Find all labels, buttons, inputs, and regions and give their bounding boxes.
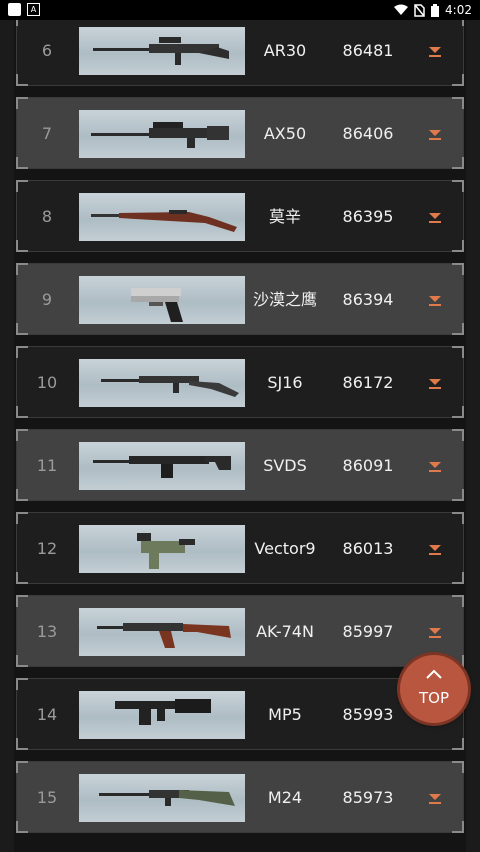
weapon-row[interactable]: 15 M24 85973 xyxy=(16,761,464,833)
rank-number: 14 xyxy=(36,705,58,724)
weapon-row[interactable]: 14 MP5 85993 xyxy=(16,678,464,750)
weapon-name: SJ16 xyxy=(267,373,303,392)
status-bar: A 4:02 xyxy=(0,0,480,20)
marksman-rifle-icon xyxy=(79,359,245,407)
weapon-row[interactable]: 12 Vector9 86013 xyxy=(16,512,464,584)
weapon-score: 85973 xyxy=(342,788,394,807)
expand-chevron-icon[interactable] xyxy=(427,540,443,558)
app-icon xyxy=(8,3,21,16)
expand-chevron-icon[interactable] xyxy=(427,291,443,309)
weapon-name: AX50 xyxy=(263,124,307,143)
expand-chevron-icon[interactable] xyxy=(427,42,443,60)
rank-number: 11 xyxy=(36,456,58,475)
rank-number: 6 xyxy=(41,41,53,60)
expand-chevron-icon[interactable] xyxy=(427,374,443,392)
chevron-up-icon xyxy=(426,669,442,679)
weapon-score: 86013 xyxy=(342,539,394,558)
frame-corner xyxy=(452,429,464,441)
frame-corner xyxy=(452,761,464,773)
expand-chevron-icon[interactable] xyxy=(427,789,443,807)
sniper-rifle-icon xyxy=(79,774,245,822)
frame-corner xyxy=(452,489,464,501)
rank-number: 10 xyxy=(36,373,58,392)
frame-corner xyxy=(452,512,464,524)
right-frame xyxy=(466,20,480,852)
weapon-score: 86481 xyxy=(342,41,394,60)
left-frame xyxy=(0,20,14,852)
weapon-score: 86394 xyxy=(342,290,394,309)
frame-corner xyxy=(452,157,464,169)
rank-number: 13 xyxy=(36,622,58,641)
weapon-score: 86395 xyxy=(342,207,394,226)
top-label: TOP xyxy=(418,689,449,707)
frame-corner xyxy=(452,346,464,358)
expand-chevron-icon[interactable] xyxy=(427,623,443,641)
weapon-row[interactable]: 8 莫辛 86395 xyxy=(16,180,464,252)
dmr-icon xyxy=(79,442,245,490)
weapon-score: 86091 xyxy=(342,456,394,475)
weapon-row[interactable]: 7 AX50 86406 xyxy=(16,97,464,169)
weapon-name: 莫辛 xyxy=(268,207,301,226)
expand-chevron-icon[interactable] xyxy=(427,208,443,226)
frame-corner xyxy=(452,97,464,109)
weapon-row[interactable]: 13 AK-74N 85997 xyxy=(16,595,464,667)
heavy-sniper-icon xyxy=(79,110,245,158)
weapon-name: SVDS xyxy=(263,456,307,475)
frame-corner xyxy=(452,263,464,275)
frame-corner xyxy=(452,180,464,192)
wifi-icon xyxy=(394,4,409,15)
weapon-row[interactable]: 6 AR30 86481 xyxy=(16,20,464,86)
clock: 4:02 xyxy=(445,3,472,17)
weapon-score: 85997 xyxy=(342,622,394,641)
smg-icon xyxy=(79,691,245,739)
expand-chevron-icon[interactable] xyxy=(427,457,443,475)
assault-rifle-icon xyxy=(79,608,245,656)
rank-number: 8 xyxy=(41,207,53,226)
weapon-ranking-list[interactable]: 6 AR30 86481 7 AX50 86406 8 莫辛 86395 9 沙漠之鹰 86394 10… xyxy=(0,20,480,852)
frame-corner xyxy=(452,20,464,26)
weapon-row[interactable]: 9 沙漠之鹰 86394 xyxy=(16,263,464,335)
frame-corner xyxy=(452,240,464,252)
frame-corner xyxy=(452,74,464,86)
frame-corner xyxy=(452,572,464,584)
a-icon: A xyxy=(27,3,40,16)
weapon-row[interactable]: 11 SVDS 86091 xyxy=(16,429,464,501)
weapon-name: Vector9 xyxy=(254,539,316,558)
weapon-name: AK-74N xyxy=(256,622,314,641)
weapon-name: M24 xyxy=(267,788,303,807)
weapon-score: 85993 xyxy=(342,705,394,724)
battery-icon xyxy=(431,3,440,17)
bolt-rifle-icon xyxy=(79,193,245,241)
weapon-row[interactable]: 10 SJ16 86172 xyxy=(16,346,464,418)
rank-number: 7 xyxy=(41,124,53,143)
weapon-name: 沙漠之鹰 xyxy=(252,290,317,309)
frame-corner xyxy=(452,821,464,833)
weapon-score: 86406 xyxy=(342,124,394,143)
smg-icon xyxy=(79,525,245,573)
no-sim-icon xyxy=(414,3,425,17)
frame-corner xyxy=(452,323,464,335)
rank-number: 9 xyxy=(41,290,53,309)
sniper-rifle-icon xyxy=(79,27,245,75)
frame-corner xyxy=(452,595,464,607)
weapon-name: AR30 xyxy=(263,41,307,60)
scroll-to-top-button[interactable]: TOP xyxy=(400,655,468,723)
weapon-name: MP5 xyxy=(268,705,302,724)
frame-corner xyxy=(452,406,464,418)
weapon-score: 86172 xyxy=(342,373,394,392)
rank-number: 15 xyxy=(36,788,58,807)
pistol-icon xyxy=(79,276,245,324)
expand-chevron-icon[interactable] xyxy=(427,125,443,143)
frame-corner xyxy=(452,738,464,750)
rank-number: 12 xyxy=(36,539,58,558)
